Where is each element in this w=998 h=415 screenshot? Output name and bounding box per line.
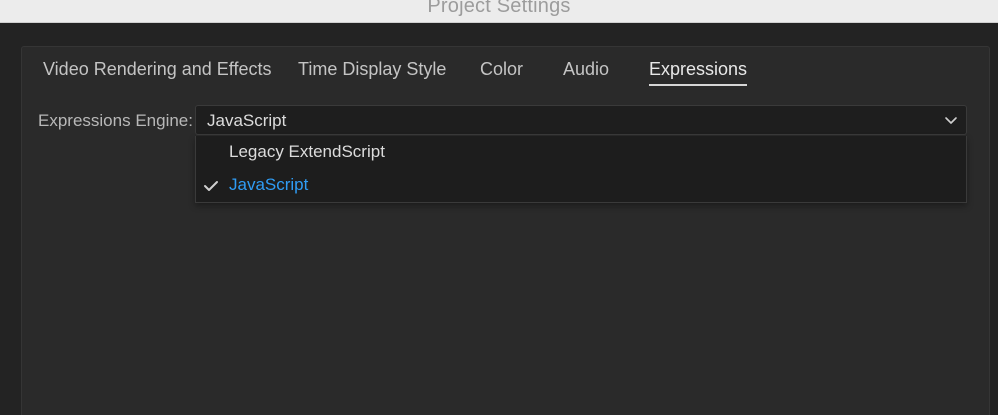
expressions-engine-label: Expressions Engine: (38, 111, 193, 130)
expressions-engine-value: JavaScript (207, 111, 287, 130)
tab-color[interactable]: Color (480, 59, 523, 80)
chevron-down-icon (945, 117, 957, 124)
expressions-engine-select[interactable]: JavaScript (195, 105, 967, 135)
option-legacy-extendscript[interactable]: Legacy ExtendScript (196, 136, 966, 169)
tab-video-rendering-and-effects[interactable]: Video Rendering and Effects (43, 59, 272, 80)
option-label: Legacy ExtendScript (229, 142, 385, 161)
tab-time-display-style[interactable]: Time Display Style (298, 59, 446, 80)
title-bar[interactable]: Project Settings (0, 0, 998, 23)
expressions-engine-dropdown: Legacy ExtendScript JavaScript (195, 136, 967, 203)
tab-expressions[interactable]: Expressions (649, 59, 748, 86)
checkmark-icon (204, 181, 218, 191)
project-settings-window: Project Settings Video Rendering and Eff… (0, 0, 998, 415)
option-label: JavaScript (229, 175, 309, 194)
settings-panel: Video Rendering and Effects Time Display… (21, 46, 990, 415)
settings-tabs: Video Rendering and Effects Time Display… (22, 47, 989, 91)
window-title: Project Settings (427, 0, 571, 17)
option-javascript[interactable]: JavaScript (196, 169, 966, 202)
tab-audio[interactable]: Audio (563, 59, 609, 80)
